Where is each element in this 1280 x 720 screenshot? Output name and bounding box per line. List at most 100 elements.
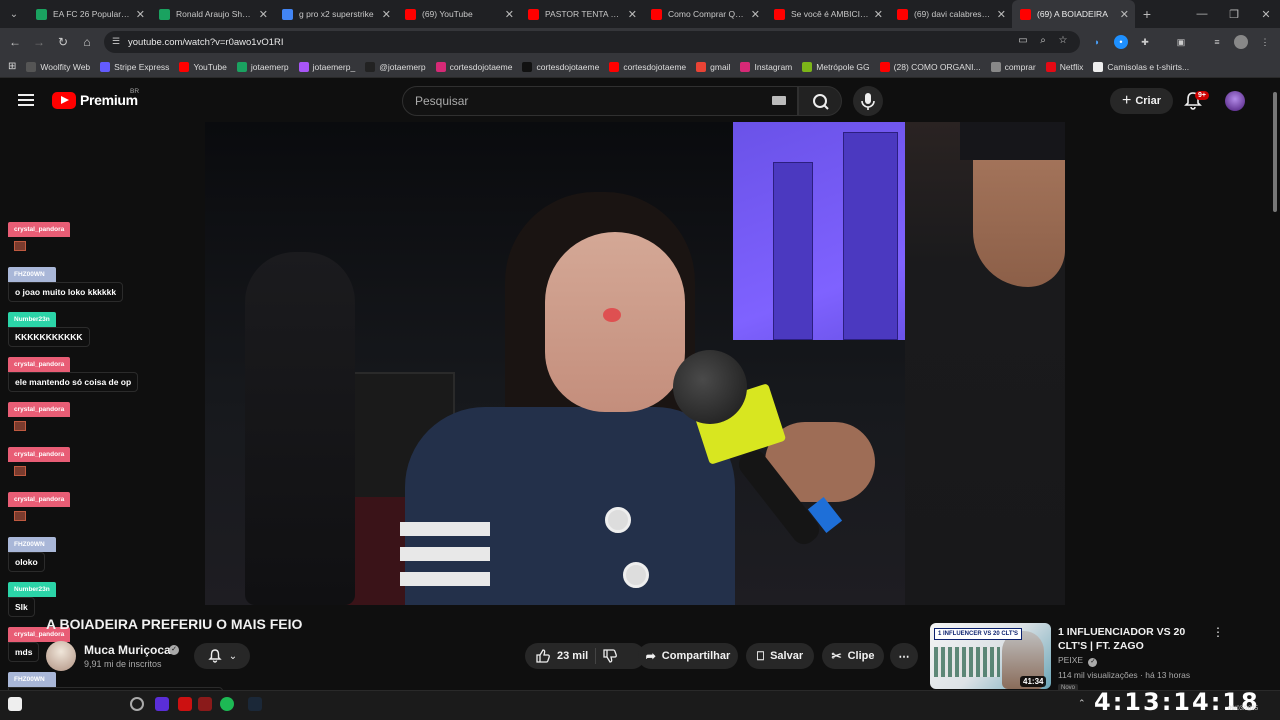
tab-title: (69) YouTube xyxy=(422,9,473,19)
tab-close-icon[interactable]: ✕ xyxy=(505,8,514,21)
scrollbar-thumb[interactable] xyxy=(1273,92,1277,212)
save-label: Salvar xyxy=(770,650,804,662)
browser-menu-icon[interactable]: ⋮ xyxy=(1258,35,1272,49)
browser-tab[interactable]: Ronald Araujo Showc ✕ xyxy=(151,0,274,28)
app-taskbar-icon[interactable] xyxy=(155,697,169,711)
browser-tab[interactable]: g pro x2 superstrike ✕ xyxy=(274,0,397,28)
app-taskbar-icon-2[interactable] xyxy=(198,697,212,711)
clip-button[interactable]: ✂ Clipe xyxy=(822,643,884,669)
dislike-button[interactable] xyxy=(602,648,620,664)
bookmark-favicon-icon xyxy=(365,61,376,72)
bookmark-item[interactable]: Stripe Express xyxy=(100,61,169,72)
tray-chevron-icon[interactable]: ⌃ xyxy=(1078,698,1086,709)
browser-tab[interactable]: PASTOR TENTA CONT ✕ xyxy=(520,0,643,28)
bookmark-item[interactable]: cortesdojotaeme xyxy=(435,61,512,72)
profile-avatar[interactable] xyxy=(1234,35,1248,49)
extension-1-icon[interactable]: ◗ xyxy=(1090,35,1104,49)
bookmark-favicon-icon xyxy=(740,61,751,72)
browser-tab[interactable]: Se você é AMBICIOS ✕ xyxy=(766,0,889,28)
create-button[interactable]: + Criar xyxy=(1110,88,1173,114)
search-icon xyxy=(813,94,829,110)
reading-list-icon[interactable]: ≡ xyxy=(1210,35,1224,49)
site-info-icon[interactable]: ☰ xyxy=(112,36,123,47)
youtube-logo[interactable] xyxy=(52,92,76,109)
tab-close-icon[interactable]: ✕ xyxy=(628,8,637,21)
share-button[interactable]: ➦ Compartilhar xyxy=(638,643,738,669)
bookmark-item[interactable]: jotaemerp xyxy=(236,61,289,72)
reload-icon[interactable]: ↻ xyxy=(51,30,75,54)
more-actions-button[interactable]: ⋯ xyxy=(890,643,918,669)
page-scrollbar[interactable] xyxy=(1270,78,1280,690)
like-button[interactable]: 23 mil xyxy=(535,648,588,664)
account-avatar[interactable] xyxy=(1225,91,1245,111)
zoom-icon[interactable]: ⌕ xyxy=(1036,35,1050,49)
acrobat-taskbar-icon[interactable] xyxy=(178,697,192,711)
bookmark-item[interactable]: cortesdojotaeme xyxy=(522,61,599,72)
browser-tab[interactable]: (69) davi calabreso vs ✕ xyxy=(889,0,1012,28)
bookmark-item[interactable]: Woolfity Web xyxy=(26,61,90,72)
browser-tab[interactable]: (69) YouTube ✕ xyxy=(397,0,520,28)
back-icon[interactable]: ← xyxy=(3,30,27,54)
bookmark-item[interactable]: (28) COMO ORGANI... xyxy=(879,61,981,72)
tab-close-icon[interactable]: ✕ xyxy=(382,8,391,21)
browser-tab-strip: ⌄ EA FC 26 Popular Evo ✕ Ronald Araujo Sho… xyxy=(0,0,1280,28)
address-bar[interactable]: ☰ youtube.com/watch?v=r0awo1vO1RI ▭ ⌕ ☆ xyxy=(104,31,1080,53)
bookmark-item[interactable]: comprar xyxy=(990,61,1036,72)
bookmark-star-icon[interactable]: ☆ xyxy=(1056,35,1070,49)
save-button[interactable]: ⎕ Salvar xyxy=(746,643,814,669)
maximize-icon[interactable]: ❐ xyxy=(1218,0,1250,28)
bookmark-item[interactable]: gmail xyxy=(696,61,730,72)
tab-close-icon[interactable]: ✕ xyxy=(259,8,268,21)
voice-search-button[interactable] xyxy=(853,86,883,116)
tab-close-icon[interactable]: ✕ xyxy=(1120,8,1129,21)
bookmark-item[interactable]: Netflix xyxy=(1045,61,1083,72)
bell-icon xyxy=(208,649,222,663)
home-icon[interactable]: ⌂ xyxy=(75,30,99,54)
browser-tab[interactable]: (69) A BOIADEIRA ✕ xyxy=(1012,0,1135,28)
bookmark-item[interactable]: Instagram xyxy=(740,61,792,72)
search-input[interactable]: Pesquisar xyxy=(402,86,798,116)
recommended-channel[interactable]: PEIXE ✓ xyxy=(1058,655,1098,667)
channel-avatar[interactable] xyxy=(46,641,76,671)
chrome-taskbar-icon[interactable] xyxy=(130,697,144,711)
bookmark-item[interactable]: jotaemerp_ xyxy=(298,61,355,72)
extensions-puzzle-icon[interactable]: ✚ xyxy=(1138,35,1152,49)
spotify-taskbar-icon[interactable] xyxy=(220,697,234,711)
tab-close-icon[interactable]: ✕ xyxy=(751,8,760,21)
browser-tab[interactable]: EA FC 26 Popular Evo ✕ xyxy=(28,0,151,28)
apps-grid-icon[interactable]: ⊞ xyxy=(8,61,16,72)
close-window-icon[interactable]: ✕ xyxy=(1250,0,1280,28)
chat-username: crystal_pandora xyxy=(8,447,71,462)
recommendation-menu-icon[interactable]: ⋮ xyxy=(1212,625,1224,639)
channel-name[interactable]: Muca Muriçoca xyxy=(84,643,171,657)
new-tab-button[interactable]: + xyxy=(1135,6,1159,22)
forward-icon[interactable]: → xyxy=(27,30,51,54)
tab-search-icon[interactable]: ⌄ xyxy=(0,0,28,28)
bookmark-item[interactable]: cortesdojotaeme xyxy=(609,61,686,72)
video-player[interactable] xyxy=(205,122,1065,605)
minimize-icon[interactable]: — xyxy=(1186,0,1218,28)
extension-2-icon[interactable]: • xyxy=(1114,35,1128,49)
bookmark-item[interactable]: YouTube xyxy=(179,61,227,72)
start-icon[interactable] xyxy=(8,697,22,711)
recommended-video-title[interactable]: 1 INFLUENCIADOR VS 20 CLT'S | FT. ZAGO xyxy=(1058,625,1208,653)
bookmark-item[interactable]: Camisolas e t-shirts... xyxy=(1093,61,1189,72)
steam-taskbar-icon[interactable] xyxy=(248,697,262,711)
keyboard-icon[interactable] xyxy=(772,96,786,105)
subscription-bell-button[interactable]: ⌄ xyxy=(194,643,250,669)
tab-close-icon[interactable]: ✕ xyxy=(997,8,1006,21)
install-icon[interactable]: ▭ xyxy=(1016,35,1030,49)
video-background-person xyxy=(245,252,355,605)
cast-icon[interactable]: ▣ xyxy=(1174,35,1188,49)
tab-title: (69) davi calabreso vs xyxy=(914,9,993,19)
bookmark-item[interactable]: @jotaemerp xyxy=(365,61,426,72)
bookmark-item[interactable]: Metrópole GG xyxy=(802,61,870,72)
tab-close-icon[interactable]: ✕ xyxy=(136,8,145,21)
bookmark-label: (28) COMO ORGANI... xyxy=(893,61,981,72)
guide-menu-icon[interactable] xyxy=(18,94,34,106)
chat-emote-icon xyxy=(14,511,26,521)
like-count: 23 mil xyxy=(557,650,589,662)
browser-tab[interactable]: Como Comprar QUA ✕ xyxy=(643,0,766,28)
search-button[interactable] xyxy=(798,86,842,116)
tab-close-icon[interactable]: ✕ xyxy=(874,8,883,21)
